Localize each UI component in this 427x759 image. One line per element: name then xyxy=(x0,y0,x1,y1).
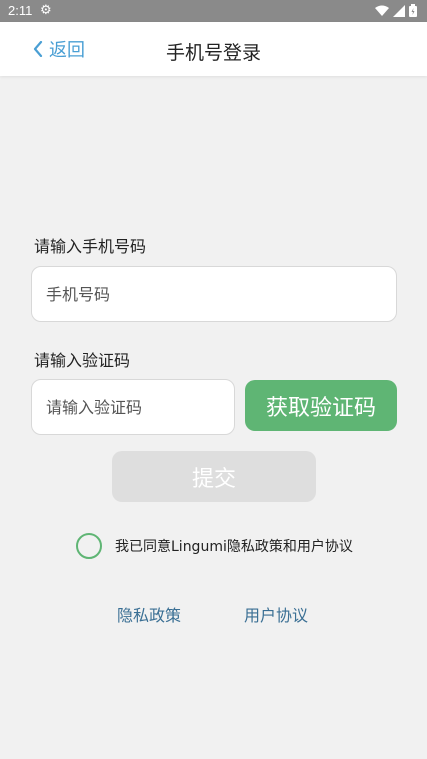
phone-input[interactable] xyxy=(31,266,397,322)
battery-icon xyxy=(409,4,417,17)
phone-label: 请输入手机号码 xyxy=(34,237,147,256)
gear-icon: ⚙ xyxy=(40,3,52,18)
agreement-checkbox[interactable] xyxy=(76,533,102,559)
status-time: 2:11 xyxy=(8,3,33,18)
code-label: 请输入验证码 xyxy=(34,351,131,370)
submit-button[interactable]: 提交 xyxy=(112,451,316,502)
terms-link[interactable]: 用户协议 xyxy=(244,602,308,626)
privacy-policy-link[interactable]: 隐私政策 xyxy=(117,602,181,626)
agreement-row: 我已同意Lingumi隐私政策和用户协议 xyxy=(76,533,353,559)
get-code-button[interactable]: 获取验证码 xyxy=(245,380,397,431)
wifi-icon xyxy=(375,5,389,16)
agreement-text: 我已同意Lingumi隐私政策和用户协议 xyxy=(115,539,353,555)
status-icons xyxy=(375,4,417,17)
code-input[interactable] xyxy=(31,379,235,435)
signal-icon xyxy=(393,4,405,17)
page-title: 手机号登录 xyxy=(165,42,261,64)
status-bar: 2:11 ⚙ xyxy=(0,0,427,22)
header-bar: 返回 手机号登录 xyxy=(0,22,427,76)
